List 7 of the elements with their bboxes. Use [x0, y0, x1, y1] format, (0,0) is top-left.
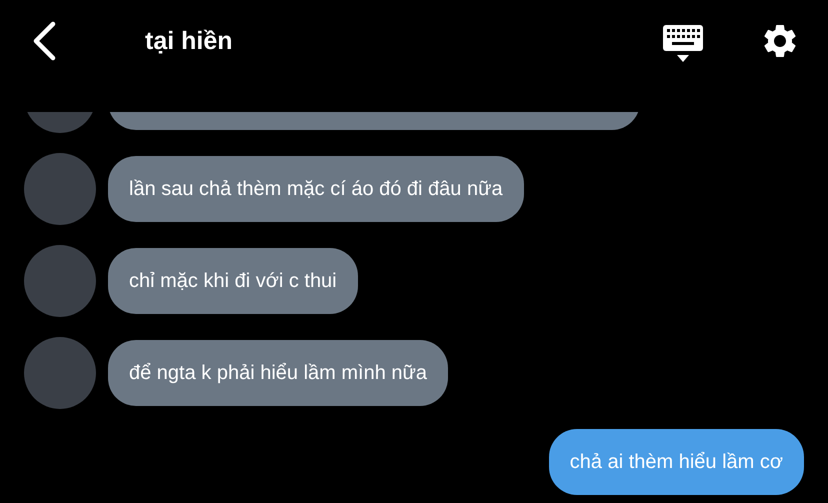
received-message-bubble: chỉ mặc khi đi với c thui	[108, 248, 358, 314]
sent-message-bubble: chả ai thèm hiểu lầm cơ	[548, 429, 804, 495]
received-message-bubble: để ngta k phải hiểu lầm mình nữa	[108, 340, 448, 406]
keyboard-icon[interactable]	[662, 24, 704, 64]
chat-title: tại hiền	[145, 26, 234, 56]
back-icon[interactable]	[31, 21, 57, 61]
received-message-bubble: lần sau chả thèm mặc cí áo đó đi đâu nữa	[108, 156, 524, 222]
